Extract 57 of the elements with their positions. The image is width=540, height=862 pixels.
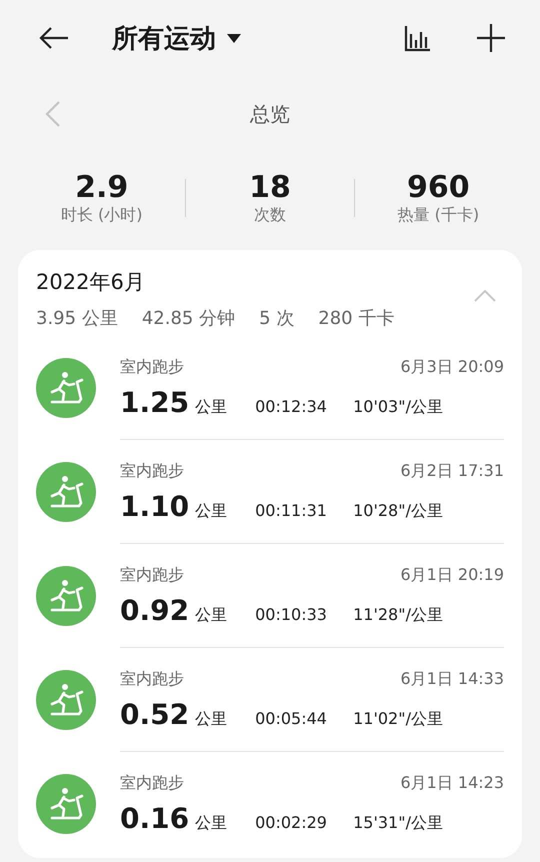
month-summary-value: 42.85 分钟 <box>142 307 236 330</box>
workout-type: 室内跑步 <box>120 460 185 482</box>
month-summary-value: 5 次 <box>259 307 294 330</box>
treadmill-runner-icon <box>36 774 96 834</box>
workout-pace: 11'28"/公里 <box>353 604 443 626</box>
stat-label: 次数 <box>254 205 286 226</box>
workout-row[interactable]: 室内跑步 6月3日 20:09 1.25 公里 00:12:34 10'03"/公里 <box>36 336 504 440</box>
stat-value: 2.9 <box>75 170 128 205</box>
stat-value: 18 <box>249 170 291 205</box>
workout-duration: 00:12:34 <box>255 396 328 416</box>
workout-row[interactable]: 室内跑步 6月1日 20:19 0.92 公里 00:10:33 11'28"/公里 <box>36 544 504 648</box>
stat-value: 960 <box>407 170 470 205</box>
stat-label: 时长 (小时) <box>60 205 142 226</box>
workout-time: 6月2日 17:31 <box>400 460 504 482</box>
workout-duration: 00:11:31 <box>255 500 328 520</box>
workout-type: 室内跑步 <box>120 668 185 690</box>
workout-time: 6月1日 14:33 <box>400 668 504 690</box>
overview-title: 总览 <box>250 100 290 128</box>
workout-duration: 00:10:33 <box>255 604 328 624</box>
workout-row[interactable]: 室内跑步 6月1日 14:23 0.16 公里 00:02:29 15'31"/公里 <box>36 752 504 856</box>
workout-type: 室内跑步 <box>120 356 185 378</box>
workout-distance: 0.92 <box>120 594 190 626</box>
workout-pace: 10'03"/公里 <box>353 396 443 418</box>
month-summary-value: 3.95 公里 <box>36 307 118 330</box>
workout-type: 室内跑步 <box>120 773 185 794</box>
workout-distance: 0.52 <box>120 698 190 730</box>
workout-pace: 10'28"/公里 <box>353 500 443 522</box>
workout-duration: 00:05:44 <box>255 708 328 728</box>
treadmill-runner-icon <box>36 566 96 626</box>
workout-row[interactable]: 室内跑步 6月2日 17:31 1.10 公里 00:11:31 10'28"/公里 <box>36 440 504 544</box>
distance-unit: 公里 <box>195 708 228 730</box>
back-button[interactable] <box>38 26 70 50</box>
workout-type: 室内跑步 <box>120 564 185 586</box>
add-button[interactable] <box>476 23 506 53</box>
distance-unit: 公里 <box>195 396 228 418</box>
bar-chart-button[interactable] <box>404 24 432 52</box>
dropdown-caret-icon[interactable] <box>226 32 242 44</box>
distance-unit: 公里 <box>195 813 228 834</box>
workout-row[interactable]: 室内跑步 6月1日 14:33 0.52 公里 00:05:44 11'02"/公里 <box>36 648 504 752</box>
month-summary-value: 280 千卡 <box>318 307 394 330</box>
page-title[interactable]: 所有运动 <box>112 20 216 56</box>
workout-pace: 11'02"/公里 <box>353 708 443 730</box>
treadmill-runner-icon <box>36 670 96 730</box>
distance-unit: 公里 <box>195 500 228 522</box>
treadmill-runner-icon <box>36 358 96 418</box>
workout-time: 6月3日 20:09 <box>400 356 504 378</box>
stat-label: 热量 (千卡) <box>398 205 480 226</box>
workout-distance: 1.25 <box>120 386 190 418</box>
distance-unit: 公里 <box>195 604 228 626</box>
workout-distance: 1.10 <box>120 490 190 522</box>
workout-time: 6月1日 20:19 <box>400 564 504 586</box>
workout-time: 6月1日 14:23 <box>400 773 504 794</box>
workout-distance: 0.16 <box>120 802 190 835</box>
month-title: 2022年6月 <box>36 269 146 296</box>
treadmill-runner-icon <box>36 462 96 522</box>
workout-duration: 00:02:29 <box>255 813 328 832</box>
workout-pace: 15'31"/公里 <box>353 813 443 834</box>
